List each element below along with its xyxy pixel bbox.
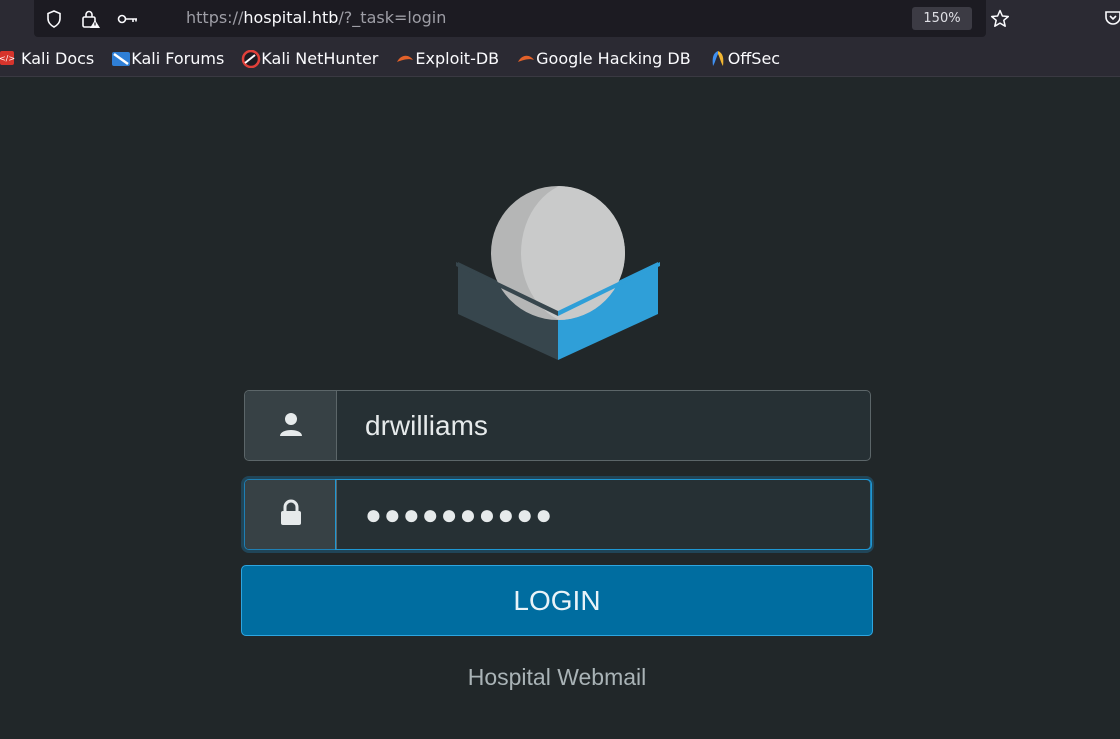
url-scheme: https:// bbox=[186, 8, 244, 27]
product-name: Hospital Webmail bbox=[467, 664, 647, 690]
bookmark-label: Google Hacking DB bbox=[536, 48, 691, 68]
kali-forums-icon bbox=[110, 50, 131, 66]
ghdb-icon bbox=[515, 50, 535, 66]
kali-nethunter-icon bbox=[240, 49, 261, 69]
url-path: /?_task=login bbox=[338, 8, 447, 27]
kali-docs-icon: </> bbox=[0, 50, 16, 66]
browser-chrome: https://hospital.htb/?_task=login 150% <… bbox=[0, 0, 1120, 77]
user-icon bbox=[277, 410, 305, 442]
url-bar[interactable]: https://hospital.htb/?_task=login 150% bbox=[34, 0, 1010, 37]
roundcube-logo bbox=[456, 186, 660, 366]
url-text[interactable]: https://hospital.htb/?_task=login bbox=[186, 8, 446, 27]
bookmark-kali-docs[interactable]: </> Kali Docs bbox=[0, 49, 94, 68]
url-host: hospital.htb bbox=[243, 8, 339, 27]
bookmark-label: OffSec bbox=[727, 48, 781, 68]
bookmark-label: Kali Forums bbox=[131, 48, 225, 68]
bookmark-exploit-db[interactable]: Exploit-DB bbox=[394, 49, 499, 68]
bookmark-kali-forums[interactable]: Kali Forums bbox=[110, 49, 224, 68]
bookmark-kali-nethunter[interactable]: Kali NetHunter bbox=[240, 48, 379, 69]
svg-text:</>: </> bbox=[0, 54, 15, 63]
bookmark-label: Kali Docs bbox=[21, 48, 95, 68]
password-field[interactable]: ●●●●●●●●●● bbox=[244, 479, 872, 550]
bookmark-ghdb[interactable]: Google Hacking DB bbox=[515, 49, 691, 68]
lock-icon bbox=[278, 499, 304, 531]
bookmark-star-icon[interactable] bbox=[989, 8, 1011, 34]
login-button[interactable]: LOGIN bbox=[241, 565, 873, 636]
insecure-lock-icon[interactable] bbox=[80, 9, 100, 29]
zoom-indicator[interactable]: 150% bbox=[912, 7, 972, 30]
offsec-icon bbox=[707, 50, 724, 66]
username-input[interactable]: drwilliams bbox=[365, 391, 488, 460]
bookmark-offsec[interactable]: OffSec bbox=[707, 49, 780, 68]
bookmark-label: Kali NetHunter bbox=[261, 48, 379, 68]
shield-icon[interactable] bbox=[44, 9, 64, 29]
username-addon bbox=[245, 391, 337, 460]
password-input[interactable]: ●●●●●●●●●● bbox=[365, 480, 554, 549]
password-addon bbox=[245, 480, 337, 549]
exploit-db-icon bbox=[394, 50, 414, 66]
key-icon[interactable] bbox=[116, 9, 140, 29]
bookmarks-toolbar: </> Kali Docs Kali Forums Kali NetHunter… bbox=[0, 44, 1120, 72]
pocket-icon[interactable] bbox=[1105, 8, 1120, 32]
bookmark-label: Exploit-DB bbox=[415, 48, 500, 68]
username-field[interactable]: drwilliams bbox=[244, 390, 871, 461]
